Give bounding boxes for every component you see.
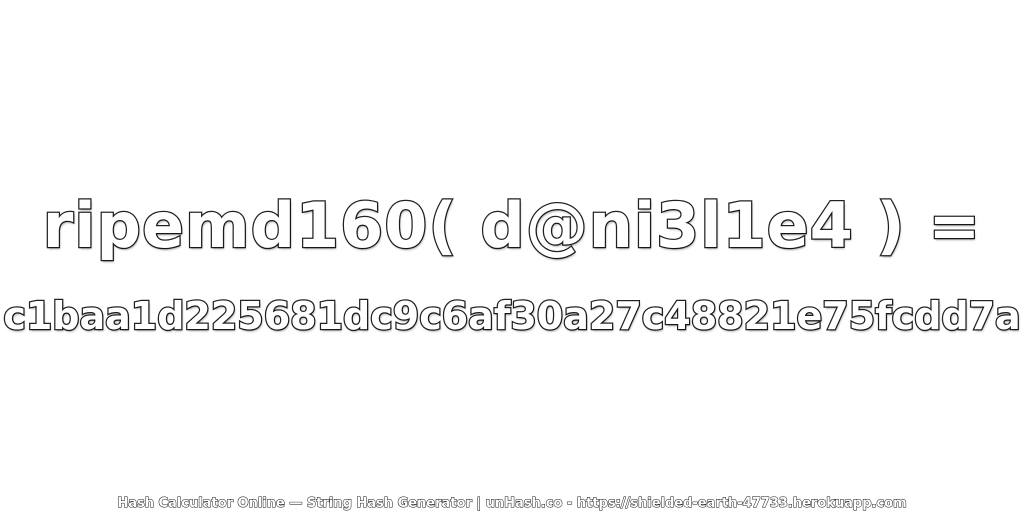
footer-caption: Hash Calculator Online — String Hash Gen… [117, 496, 907, 512]
hash-result: c1baa1d225681dc9c6af30a27c48821e75fcdd7a [2, 293, 1022, 340]
hash-expression: ripemd160( d@ni3l1e4 ) = [41, 188, 982, 264]
